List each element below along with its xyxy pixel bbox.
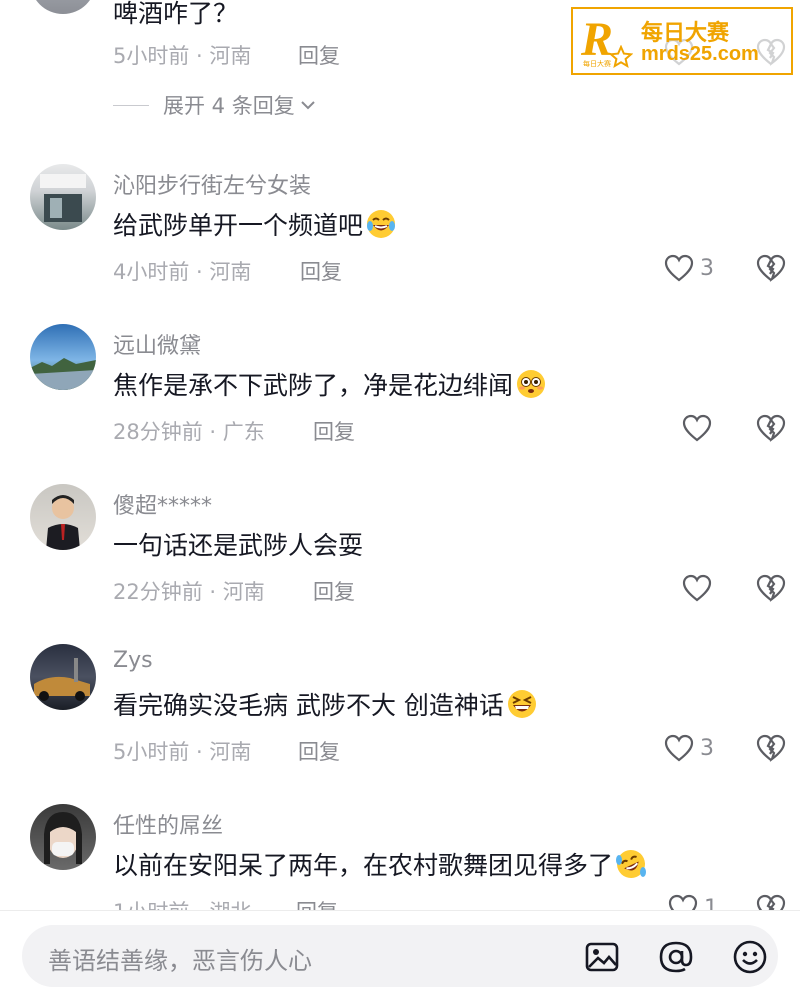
dislike-button[interactable] [756,894,786,910]
comment-time-location: 4小时前 · 河南 [113,260,252,284]
reply-button[interactable]: 回复 [313,576,355,606]
comment-username[interactable]: 任性的屌丝 [113,808,223,840]
avatar[interactable] [30,804,96,870]
dislike-button[interactable] [756,574,786,606]
divider-line [113,104,149,106]
comment-item: 沁阳步行街左兮女装 给武陟单开一个频道吧 4小时前 · 河南 回复 3 [0,164,800,324]
comment-input-bar: 善语结善缘，恶言伤人心 [0,910,800,995]
smiley-icon [733,940,767,974]
reply-button[interactable]: 回复 [298,736,340,766]
expand-replies-label: 展开 4 条回复 [163,94,295,118]
comment-text-body: 一句话还是武陟人会耍 [113,531,364,560]
avatar[interactable] [30,644,96,710]
comment-item: 任性的屌丝 以前在安阳呆了两年，在农村歌舞团见得多了 1小时前 · 湖北 回复 … [0,804,800,910]
rofl-emoji [616,850,647,878]
comment-text-body: 看完确实没毛病 武陟不大 创造神话 [113,691,504,720]
dislike-button[interactable] [756,414,786,446]
heart-outline-icon [682,414,712,442]
avatar-image [30,358,96,390]
heart-outline-icon [664,254,694,282]
comment-username[interactable]: 傻超***** [113,488,212,520]
like-count: 3 [700,735,714,761]
heart-outline-icon [682,574,712,602]
broken-heart-icon [756,414,786,442]
comment-text-body: 给武陟单开一个频道吧 [113,211,364,240]
mention-button[interactable] [658,939,694,975]
watermark-logo: R 每日大赛 mrds25.com 每日大赛 [571,7,793,75]
like-count: 3 [700,255,714,281]
chevron-down-icon [301,101,315,110]
comment-text: 一句话还是武陟人会耍 [113,526,363,562]
like-count: 1 [704,895,718,911]
image-icon [585,942,619,972]
avatar-image [46,495,80,550]
comment-item: Zys 看完确实没毛病 武陟不大 创造神话 5小时前 · 河南 回复 3 [0,644,800,804]
comment-input-placeholder: 善语结善缘，恶言伤人心 [48,947,312,975]
comment-time-location: 5小时前 · 河南 [113,740,252,764]
emoji-button[interactable] [732,939,768,975]
comment-text-body: 焦作是承不下武陟了，净是花边绯闻 [113,371,514,400]
like-button[interactable] [682,574,712,602]
watermark-small-text: 每日大赛 [583,60,611,68]
like-button[interactable]: 3 [664,254,714,282]
image-button[interactable] [584,939,620,975]
flushed-emoji [517,370,546,398]
reply-button[interactable]: 回复 [313,416,355,446]
avatar[interactable] [30,164,96,230]
dislike-button[interactable] [756,254,786,286]
broken-heart-icon [756,734,786,762]
comment-item: 远山微黛 焦作是承不下武陟了，净是花边绯闻 28分钟前 · 广东 回复 [0,324,800,484]
like-button[interactable]: 3 [664,734,714,762]
like-button[interactable]: 1 [668,894,718,910]
broken-heart-icon [756,254,786,282]
comment-username[interactable]: Zys [113,648,153,673]
comment-text: 啤酒咋了？ [113,0,239,28]
comment-list[interactable]: 啤酒咋了？ 5小时前 · 河南 回复 展开 4 条回复 沁阳步行街左兮女装 给武… [0,0,800,910]
comment-text: 以前在安阳呆了两年，在农村歌舞团见得多了 [113,846,647,882]
expand-replies-button[interactable]: 展开 4 条回复 [113,90,317,120]
comment-username[interactable]: 远山微黛 [113,328,201,360]
avatar-image [40,174,86,222]
grin-squint-emoji [507,690,536,718]
comment-text: 看完确实没毛病 武陟不大 创造神话 [113,686,538,722]
avatar[interactable] [30,0,96,14]
comment-text: 焦作是承不下武陟了，净是花边绯闻 [113,366,547,402]
at-icon [659,941,693,973]
star-icon [609,45,633,69]
broken-heart-icon [756,894,786,910]
comment-time-location: 22分钟前 · 河南 [113,580,265,604]
avatar-image [44,812,82,864]
comment-username[interactable]: 沁阳步行街左兮女装 [113,168,311,200]
comment-time-location: 1小时前 · 湖北 [113,896,251,910]
comment-time-location: 5小时前 · 河南 [113,44,252,68]
avatar-image [34,658,90,701]
broken-heart-icon [756,574,786,602]
watermark-url: mrds25.com [641,43,759,65]
heart-outline-icon [668,894,698,910]
comment-time-location: 28分钟前 · 广东 [113,420,265,444]
like-button[interactable] [682,414,712,442]
heart-outline-icon [664,734,694,762]
reply-button[interactable]: 回复 [300,256,342,286]
comment-item: 傻超***** 一句话还是武陟人会耍 22分钟前 · 河南 回复 [0,484,800,644]
comment-text: 给武陟单开一个频道吧 [113,206,397,242]
comment-text-body: 以前在安阳呆了两年，在农村歌舞团见得多了 [113,851,614,880]
avatar[interactable] [30,484,96,550]
laugh-cry-emoji [367,210,396,238]
comment-input[interactable]: 善语结善缘，恶言伤人心 [22,925,778,987]
reply-button[interactable]: 回复 [298,40,340,70]
reply-button[interactable]: 回复 [296,896,338,910]
avatar[interactable] [30,324,96,390]
dislike-button[interactable] [756,734,786,766]
